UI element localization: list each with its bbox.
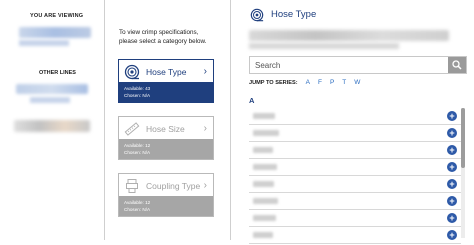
list-item[interactable]: + <box>249 193 461 210</box>
series-name-redacted <box>253 113 275 119</box>
add-icon[interactable]: + <box>447 128 457 138</box>
hose-series-list: + + + + + + + + <box>249 108 461 244</box>
chosen-value: Chosen: N/A <box>124 207 151 212</box>
card-title: Hose Size <box>146 123 185 134</box>
jump-letter-a[interactable]: A <box>306 79 310 86</box>
category-card-coupling-type[interactable]: Coupling Type › Available: 12 Chosen: N/… <box>118 173 214 217</box>
list-item[interactable]: + <box>249 210 461 227</box>
add-icon[interactable]: + <box>447 230 457 240</box>
hose-icon <box>124 64 140 80</box>
other-line-logo-redacted[interactable] <box>14 120 90 132</box>
search-box <box>249 56 467 74</box>
viewing-line-subtitle-redacted <box>19 40 69 46</box>
add-icon[interactable]: + <box>447 111 457 121</box>
viewing-line-redacted[interactable] <box>19 27 91 38</box>
jump-to-series: JUMP TO SERIES: A F P T W <box>249 79 360 86</box>
chevron-right-icon: › <box>203 66 207 77</box>
add-icon[interactable]: + <box>447 179 457 189</box>
list-item[interactable]: + <box>249 125 461 142</box>
chevron-right-icon: › <box>203 180 207 191</box>
card-header: Hose Size › <box>119 117 213 140</box>
series-name-redacted <box>253 181 274 187</box>
card-stats: Available: 12 Chosen: N/A <box>119 139 213 159</box>
other-line-subtitle-redacted <box>30 97 70 103</box>
jump-letter-p[interactable]: P <box>330 79 334 86</box>
jump-letter-f[interactable]: F <box>318 79 322 86</box>
chosen-value: Chosen: N/A <box>124 150 151 155</box>
jump-letter-t[interactable]: T <box>342 79 346 86</box>
available-count: Available: 12 <box>124 200 151 205</box>
add-icon[interactable]: + <box>447 162 457 172</box>
series-name-redacted <box>253 198 278 204</box>
add-icon[interactable]: + <box>447 213 457 223</box>
left-sidebar: YOU ARE VIEWING OTHER LINES <box>0 0 104 245</box>
card-title: Hose Type <box>146 66 187 77</box>
card-title: Coupling Type <box>146 180 201 191</box>
card-stats: Available: 43 Chosen: N/A <box>119 82 213 102</box>
ruler-icon <box>124 121 140 137</box>
coupling-icon <box>124 178 140 194</box>
card-header: Coupling Type › <box>119 174 213 197</box>
chosen-value: Chosen: N/A <box>124 93 151 98</box>
search-icon <box>452 60 462 70</box>
series-name-redacted <box>253 147 273 153</box>
available-count: Available: 12 <box>124 143 151 148</box>
list-item[interactable]: + <box>249 142 461 159</box>
hose-type-panel: Hose Type JUMP TO SERIES: A F P T W A + … <box>231 0 474 245</box>
series-name-redacted <box>253 130 279 136</box>
list-item[interactable]: + <box>249 176 461 193</box>
other-lines-heading: OTHER LINES <box>39 70 76 76</box>
card-header: Hose Type › <box>119 60 213 83</box>
add-icon[interactable]: + <box>447 196 457 206</box>
section-heading-a: A <box>249 96 255 105</box>
list-item[interactable]: + <box>249 108 461 125</box>
panel-title: Hose Type <box>271 9 317 20</box>
jump-label: JUMP TO SERIES: <box>249 79 298 86</box>
card-stats: Available: 12 Chosen: N/A <box>119 196 213 216</box>
add-icon[interactable]: + <box>447 145 457 155</box>
description-line-redacted <box>249 30 449 41</box>
category-instructions: To view crimp specifications, please sel… <box>119 28 227 46</box>
other-line-link-redacted[interactable] <box>16 84 88 94</box>
search-input[interactable] <box>250 57 448 73</box>
series-name-redacted <box>253 232 273 238</box>
instruction-line-2: please select a category below. <box>119 38 207 45</box>
description-line-2-redacted <box>249 43 399 49</box>
search-button[interactable] <box>448 57 466 73</box>
series-name-redacted <box>253 215 276 221</box>
category-card-hose-size[interactable]: Hose Size › Available: 12 Chosen: N/A <box>118 116 214 160</box>
category-panel: To view crimp specifications, please sel… <box>105 0 230 245</box>
list-item[interactable]: + <box>249 227 461 244</box>
available-count: Available: 43 <box>124 86 151 91</box>
category-card-hose-type[interactable]: Hose Type › Available: 43 Chosen: N/A <box>118 59 214 103</box>
you-are-viewing-heading: YOU ARE VIEWING <box>30 13 84 19</box>
jump-letter-w[interactable]: W <box>354 79 360 86</box>
scrollbar-thumb[interactable] <box>461 108 465 168</box>
list-item[interactable]: + <box>249 159 461 176</box>
instruction-line-1: To view crimp specifications, <box>119 29 199 36</box>
series-name-redacted <box>253 164 277 170</box>
hose-icon <box>250 8 264 22</box>
chevron-right-icon: › <box>203 123 207 134</box>
